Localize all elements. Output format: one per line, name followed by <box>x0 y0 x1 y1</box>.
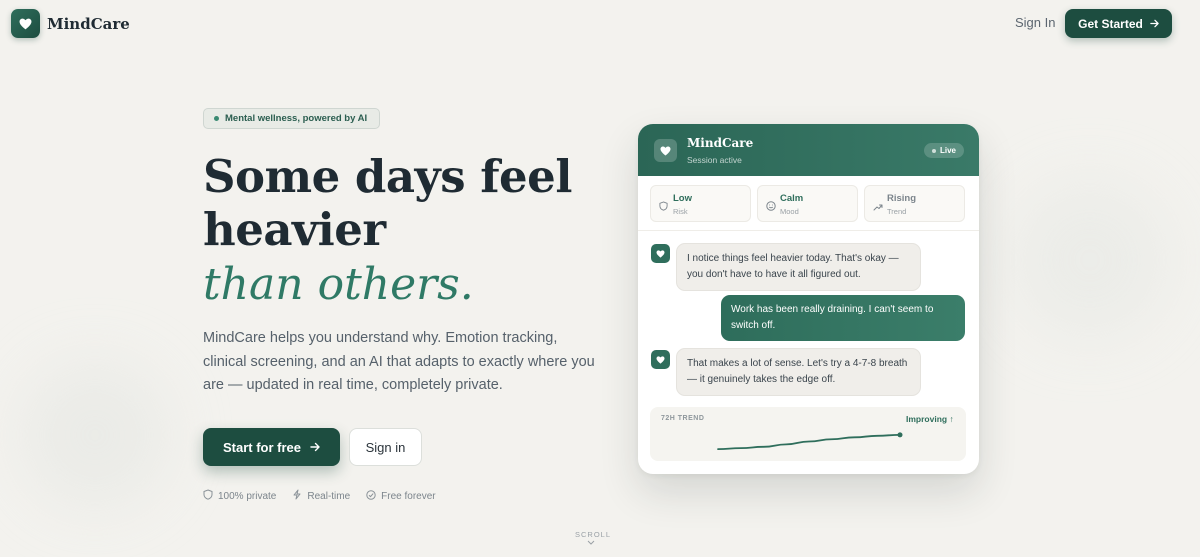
signin-link[interactable]: Sign In <box>1015 15 1055 30</box>
card-subtitle: Session active <box>687 155 742 165</box>
top-nav: MindCare Sign In Get Started <box>0 0 1200 46</box>
trend-panel: 72H TREND Improving ↑ <box>650 407 966 461</box>
sign-in-button[interactable]: Sign in <box>349 428 422 466</box>
stat-risk: Low Risk <box>650 185 751 222</box>
ai-avatar-heart-icon <box>651 244 670 263</box>
chat-message-user: Work has been really draining. I can't s… <box>721 295 965 341</box>
arrow-right-icon <box>1150 17 1159 31</box>
live-dot-icon <box>931 148 936 153</box>
brand-logo[interactable]: MindCare <box>11 9 130 38</box>
hero-description: MindCare helps you understand why. Emoti… <box>203 330 595 393</box>
feature-item: 100% private <box>203 489 276 503</box>
chat-message-ai: I notice things feel heavier today. That… <box>676 243 921 291</box>
bolt-icon <box>292 489 302 503</box>
card-title: MindCare <box>687 136 754 150</box>
ai-avatar-heart-icon <box>651 350 670 369</box>
live-label: Live <box>939 146 956 155</box>
stat-label: Risk <box>673 207 688 216</box>
stat-mood: Calm Mood <box>757 185 858 222</box>
feature-label: Real-time <box>307 490 351 502</box>
feature-label: Free forever <box>381 490 436 502</box>
stat-value: Calm <box>780 193 804 204</box>
divider <box>638 230 979 231</box>
chevron-down-icon <box>587 540 595 545</box>
smile-icon <box>766 198 776 216</box>
stats-row: Low Risk Calm Mood Rising Trend <box>650 185 965 222</box>
hero-badge: Mental wellness, powered by AI <box>203 108 380 129</box>
trend-icon <box>873 198 883 216</box>
stat-value: Low <box>673 193 692 204</box>
badge-label: Mental wellness, powered by AI <box>225 113 368 124</box>
scroll-indicator[interactable]: SCROLL <box>575 530 610 545</box>
chat-preview-card: MindCare Session active Live Low Risk Ca… <box>638 124 979 474</box>
heart-icon <box>11 9 40 38</box>
arrow-right-icon <box>310 440 320 455</box>
stat-label: Trend <box>887 207 907 216</box>
stat-trend: Rising Trend <box>864 185 965 222</box>
feature-item: Free forever <box>366 489 436 503</box>
feature-item: Real-time <box>292 489 350 503</box>
chat-message-ai: That makes a lot of sense. Let's try a 4… <box>676 348 921 396</box>
start-for-free-label: Start for free <box>222 439 302 455</box>
headline-line-1: Some days feel <box>203 150 572 203</box>
headline-accent: than others. <box>203 259 474 310</box>
stat-value: Rising <box>887 193 917 204</box>
shield-icon <box>203 489 213 503</box>
check-circle-icon <box>366 489 376 503</box>
hero-headline: Some days feel heavier <box>203 150 623 256</box>
trend-sparkline <box>717 432 903 450</box>
start-for-free-button[interactable]: Start for free <box>203 428 340 466</box>
heart-icon <box>654 139 677 162</box>
headline-line-2: heavier <box>203 203 386 256</box>
live-badge: Live <box>924 143 964 158</box>
brand-name: MindCare <box>47 14 130 33</box>
feature-list: 100% private Real-time Free forever <box>203 489 436 503</box>
scroll-label: SCROLL <box>575 530 612 539</box>
feature-label: 100% private <box>218 490 277 502</box>
stat-label: Mood <box>780 207 799 216</box>
get-started-button[interactable]: Get Started <box>1065 9 1172 38</box>
trend-line <box>717 433 901 450</box>
shield-icon <box>659 198 668 216</box>
card-header: MindCare Session active Live <box>638 124 979 176</box>
trend-endpoint <box>897 432 903 438</box>
get-started-label: Get Started <box>1078 16 1143 31</box>
badge-dot-icon <box>214 116 219 121</box>
